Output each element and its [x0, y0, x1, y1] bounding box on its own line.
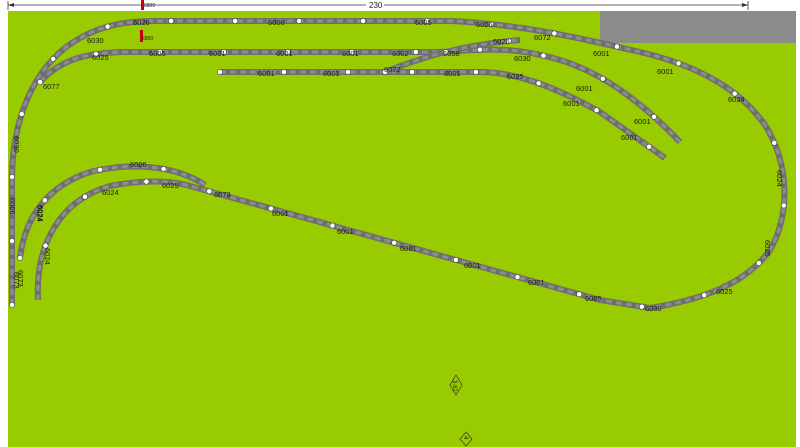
track-label: 6001 [593, 49, 610, 58]
track-joint [701, 292, 708, 298]
track-joint [9, 238, 15, 244]
track-label: 6001 [634, 117, 651, 126]
track-joint [143, 178, 150, 185]
track-joint [345, 69, 351, 75]
width-dimension: 230 [7, 0, 749, 10]
track-joint [37, 79, 43, 85]
track-label: 6001 [528, 278, 545, 287]
track-label: 6058 [443, 49, 460, 58]
track-label: 6006 [130, 160, 147, 169]
track-label: 6001 [272, 209, 289, 218]
marker-label: 3.81 [451, 380, 457, 392]
track-joint [646, 143, 652, 150]
track-label: 6030 [12, 136, 21, 153]
track-joint [42, 197, 48, 204]
track-joint [217, 69, 223, 75]
track-label: 6001 [576, 84, 593, 93]
track-label: 6025 [716, 287, 733, 296]
track-joint [780, 202, 787, 209]
track-label: 6024 [43, 248, 52, 265]
track-label: 6006 [268, 18, 285, 27]
track-joint [9, 174, 15, 180]
signal-label: 6800 [144, 3, 155, 9]
track-joint [551, 30, 558, 37]
track-label: 6001 [276, 49, 293, 58]
track-label: 6001 [444, 69, 461, 78]
track-label: 6001 [657, 67, 674, 76]
track-label: 6026 [133, 18, 150, 27]
track-label: 6072 [384, 65, 401, 74]
track-joint [614, 43, 620, 50]
track-joint [391, 239, 398, 246]
track-label: 6005 [149, 49, 166, 58]
track-joint [771, 139, 778, 146]
track-joint [97, 166, 103, 173]
track-label: 6073 [16, 270, 25, 287]
track-joint [206, 188, 213, 195]
track-joint [756, 260, 762, 266]
track-label: 6024 [36, 205, 45, 222]
track-label: 6002 [392, 49, 409, 58]
track-label: 6001 [563, 99, 580, 108]
track-label: 6026 [476, 20, 493, 29]
track-joint [160, 166, 167, 172]
track-joint [82, 193, 88, 200]
track-label: 6006 [8, 198, 17, 215]
track-label: 6001 [323, 69, 340, 78]
track-label: 6001 [621, 133, 638, 142]
track-label: 6025 [763, 240, 772, 257]
track-joint [452, 256, 459, 263]
track-label: 6024 [775, 170, 784, 187]
track-label: 6077 [43, 82, 60, 91]
track-label: 6024 [728, 95, 745, 104]
track-label: 6005 [415, 18, 432, 27]
track-plan-canvas: 230 6026 6006 6005 6026 6072 6001 6001 6… [7, 0, 796, 447]
track-joint [360, 18, 366, 24]
track-joint [104, 23, 111, 30]
track-label: 6025 [507, 72, 524, 81]
track-joint [409, 69, 415, 75]
track-joint [651, 113, 657, 120]
track-joint [9, 302, 15, 308]
track-label: 6001 [464, 261, 481, 270]
track-joint [329, 222, 336, 229]
track-label: 6001 [258, 69, 275, 78]
layout-board [8, 11, 796, 447]
track-label: 6001 [342, 49, 359, 58]
track-joint [639, 303, 645, 310]
track-label: 6005 [585, 294, 602, 303]
track-label: 6001 [400, 244, 417, 253]
track-label: 6030 [514, 54, 531, 63]
track-label: 6025 [162, 181, 179, 190]
track-joint [412, 49, 419, 55]
blocked-area [600, 11, 796, 43]
track-joint [296, 18, 302, 24]
track-label: 6030 [645, 304, 662, 313]
track-joint [535, 80, 542, 87]
track-label: 6024 [102, 188, 119, 197]
track-label: 6073 [214, 190, 231, 199]
track-label: 6030 [87, 36, 104, 45]
track-joint [281, 69, 287, 75]
track-label: 6001 [209, 49, 226, 58]
track-joint [593, 107, 600, 114]
track-joint [599, 75, 606, 82]
track-joint [17, 255, 23, 261]
track-joint [514, 274, 521, 280]
track-joint [540, 52, 547, 59]
track-joint [476, 46, 483, 53]
track-joint [18, 111, 25, 117]
track-joint [576, 291, 583, 298]
track-label: 6025 [92, 53, 109, 62]
track-label: 6072 [534, 33, 551, 42]
track-joint [473, 69, 479, 75]
signal-label: 6800 [142, 36, 153, 42]
track-joint [50, 56, 57, 62]
track-label: 6001 [337, 227, 354, 236]
track-joint [232, 18, 238, 24]
track-label: 6026 [493, 37, 510, 46]
width-dimension-label: 230 [369, 1, 383, 10]
track-joint [168, 18, 174, 24]
track-joint [675, 60, 682, 67]
